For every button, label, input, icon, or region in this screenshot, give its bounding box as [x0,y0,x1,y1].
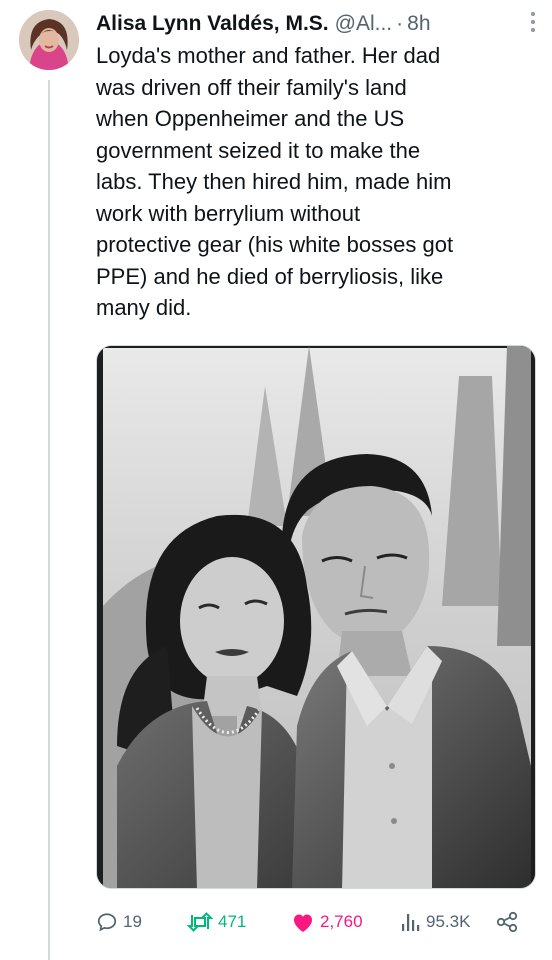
author-name[interactable]: Alisa Lynn Valdés, M.S. [96,9,329,39]
reply-button[interactable]: 19 [96,911,187,933]
repost-count: 471 [218,912,247,931]
tweet-text: Loyda's mother and father. Her dad was d… [96,43,454,320]
share-icon [496,911,518,933]
views-icon [402,914,420,931]
more-icon[interactable] [530,12,536,32]
like-button[interactable]: 2,760 [291,911,401,933]
tweet-header: Alisa Lynn Valdés, M.S. @Al... · 8h [96,8,540,40]
author-handle[interactable]: @Al... [335,9,393,39]
views-count: 95.3K [426,912,471,931]
like-count: 2,760 [320,912,363,931]
timestamp[interactable]: 8h [407,9,430,39]
separator-dot: · [396,12,404,35]
avatar[interactable] [19,10,79,70]
repost-button[interactable]: 471 [187,911,291,933]
tweet-photo[interactable] [96,345,536,889]
action-bar: 19 471 2,760 95.3K [96,904,536,940]
thread-line [48,80,50,960]
repost-icon [187,912,213,932]
views-button[interactable]: 95.3K [401,911,496,933]
heart-icon [294,914,312,932]
share-button[interactable] [496,911,518,933]
reply-icon [97,913,117,932]
reply-count: 19 [123,912,142,931]
